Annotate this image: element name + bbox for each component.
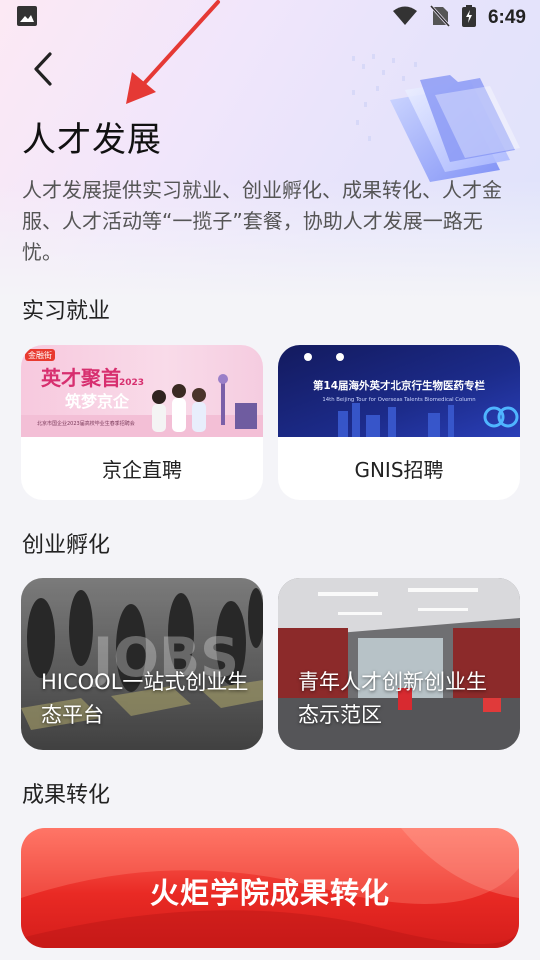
jingqi-banner-year: 2023 — [119, 378, 144, 388]
chevron-left-icon — [34, 52, 52, 86]
back-button[interactable] — [24, 46, 64, 92]
card-youth-demo-zone[interactable]: 青年人才创新创业生态示范区 — [278, 578, 520, 750]
annotation-arrow-icon — [126, 0, 220, 104]
card-gnis-recruit[interactable]: 第14届海外英才北京行生物医药专栏 14th Beijing Tour for … — [278, 345, 520, 500]
battery-charging-icon — [461, 5, 476, 31]
card-caption: HICOOL一站式创业生态平台 — [41, 670, 249, 727]
gnis-banner-main: 第14届海外英才北京行生物医药专栏 — [313, 379, 486, 392]
jingqi-banner-badge: 金融街 — [28, 350, 52, 360]
no-sim-icon — [429, 4, 451, 31]
jingqi-banner-image: 金融街 英才聚首 2023 筑梦京企 北京市国企业2023届高校毕业生春季招聘会 — [21, 345, 263, 437]
card-label: 京企直聘 — [102, 458, 182, 482]
jingqi-banner-sub: 筑梦京企 — [65, 392, 130, 411]
gnis-banner-image: 第14届海外英才北京行生物医药专栏 14th Beijing Tour for … — [278, 345, 520, 437]
section-title-achievement: 成果转化 — [22, 783, 111, 808]
page-description: 人才发展提供实习就业、创业孵化、成果转化、人才金服、人才活动等“一揽子”套餐，协… — [22, 178, 502, 264]
card-caption: 青年人才创新创业生态示范区 — [298, 670, 487, 727]
card-hicool-platform[interactable]: JOBS HICOOL一站式创业生态平台 — [21, 578, 263, 750]
page-title: 人才发展 — [22, 120, 162, 160]
wifi-icon — [392, 6, 418, 30]
card-label: GNIS招聘 — [354, 458, 444, 482]
section-title-incubation: 创业孵化 — [22, 533, 111, 558]
jingqi-banner-caption: 北京市国企业2023届高校毕业生春季招聘会 — [37, 420, 135, 427]
jingqi-banner-main: 英才聚首 — [41, 366, 121, 390]
gallery-icon — [16, 5, 38, 31]
section-title-internship: 实习就业 — [22, 299, 111, 324]
torch-academy-label: 火炬学院成果转化 — [149, 876, 390, 910]
card-jingqi-recruit[interactable]: 金融街 英才聚首 2023 筑梦京企 北京市国企业2023届高校毕业生春季招聘会… — [21, 345, 263, 500]
status-time: 6:49 — [487, 7, 526, 28]
gnis-banner-caption: 14th Beijing Tour for Overseas Talents B… — [322, 397, 475, 403]
torch-academy-banner[interactable]: 火炬学院成果转化 — [21, 828, 519, 948]
status-bar: 6:49 — [0, 0, 540, 36]
